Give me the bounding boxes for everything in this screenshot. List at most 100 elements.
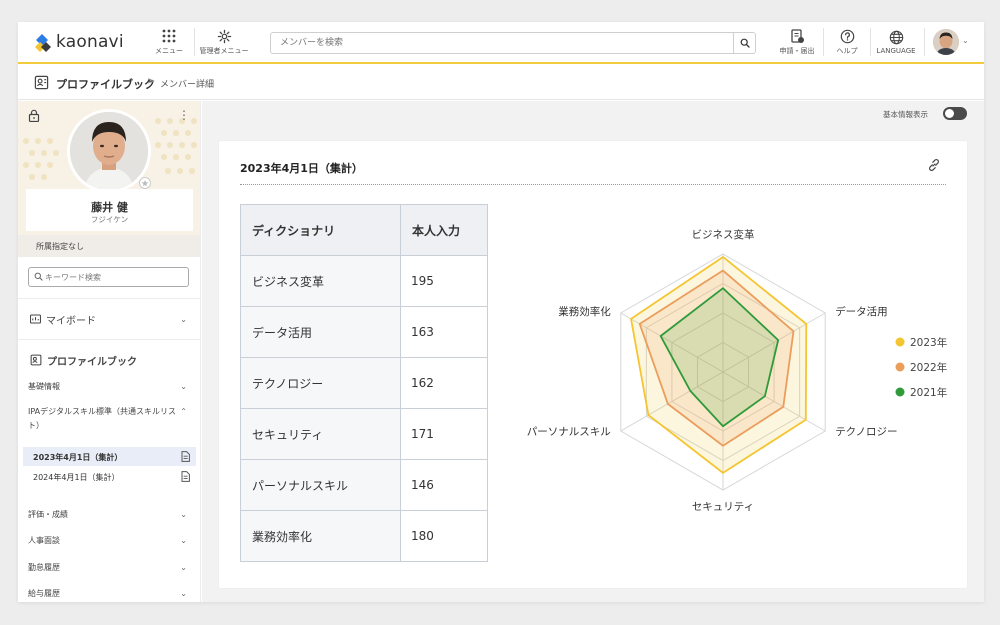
more-options-icon[interactable]: ⋮ bbox=[178, 108, 190, 122]
sidebar-section-ipa[interactable]: IPAデジタルスキル標準（共通スキルリスト） ⌃ bbox=[18, 405, 200, 431]
sidebar-subitem-label: 2023年4月1日（集計） bbox=[33, 453, 123, 462]
search-icon bbox=[740, 38, 750, 48]
dictionary-cell: テクノロジー bbox=[240, 357, 401, 409]
sidebar-item-label: プロファイルブック bbox=[47, 356, 137, 368]
apply-button[interactable]: 申請・届出 bbox=[776, 22, 818, 62]
legend-label: 2022年 bbox=[910, 361, 947, 374]
table-row: テクノロジー 162 bbox=[240, 357, 488, 409]
sidebar-section-attendance[interactable]: 勤怠履歴 ⌄ bbox=[18, 558, 200, 576]
sidebar-subitem-2024[interactable]: 2024年4月1日（集計） bbox=[23, 467, 196, 486]
table-row: ビジネス変革 195 bbox=[240, 255, 488, 307]
radar-axis-label: パーソナルスキル bbox=[527, 426, 611, 438]
radar-axis-label: データ活用 bbox=[835, 305, 888, 318]
breadcrumb-root-link[interactable]: プロファイルブック bbox=[56, 76, 155, 92]
header-divider bbox=[924, 28, 925, 56]
profile-book-icon bbox=[30, 354, 42, 366]
document-icon bbox=[181, 471, 190, 482]
gear-icon bbox=[217, 29, 231, 43]
menu-button[interactable]: メニュー bbox=[152, 22, 186, 62]
table-row: 業務効率化 180 bbox=[240, 510, 488, 562]
breadcrumb: プロファイルブック > メンバー詳細 bbox=[18, 66, 984, 100]
score-cell: 162 bbox=[400, 357, 488, 409]
sidebar-subitem-2023[interactable]: 2023年4月1日（集計） bbox=[23, 447, 196, 466]
sidebar-item-myboard[interactable]: マイボード ⌄ bbox=[18, 309, 200, 329]
member-search-input[interactable] bbox=[271, 33, 733, 53]
help-icon bbox=[840, 29, 854, 43]
apply-form-icon bbox=[791, 28, 804, 43]
document-icon bbox=[181, 451, 190, 462]
grid-icon bbox=[162, 29, 176, 42]
affiliation-label: 所属指定なし bbox=[18, 235, 200, 257]
chevron-up-icon: ⌃ bbox=[180, 407, 187, 416]
table-row: セキュリティ 171 bbox=[240, 408, 488, 460]
sidebar-section-label: 勤怠履歴 bbox=[28, 562, 60, 572]
search-icon bbox=[34, 272, 43, 281]
sidebar-section-basic-info[interactable]: 基礎情報 ⌄ bbox=[18, 377, 200, 395]
sidebar-section-interview[interactable]: 人事面談 ⌄ bbox=[18, 531, 200, 549]
legend-marker bbox=[895, 337, 905, 347]
apply-label: 申請・届出 bbox=[779, 46, 815, 55]
table-row: パーソナルスキル 146 bbox=[240, 459, 488, 511]
sidebar-subitem-label: 2024年4月1日（集計） bbox=[33, 473, 120, 482]
legend-label: 2023年 bbox=[910, 336, 947, 349]
table-row: データ活用 163 bbox=[240, 306, 488, 358]
skill-radar-chart: ビジネス変革データ活用テクノロジーセキュリティ パーソナルスキル 業務効率化 2023… bbox=[527, 228, 947, 513]
logo-text: kaonavi bbox=[56, 32, 124, 52]
user-avatar[interactable] bbox=[933, 29, 959, 55]
admin-menu-button[interactable]: 管理者メニュー bbox=[198, 22, 250, 62]
sidebar-section-evaluation[interactable]: 評価・成績 ⌄ bbox=[18, 505, 200, 523]
header-divider bbox=[823, 28, 824, 56]
chevron-down-icon: ⌄ bbox=[180, 562, 187, 572]
user-photo bbox=[933, 29, 959, 55]
score-cell: 180 bbox=[400, 510, 488, 562]
basic-info-toggle[interactable] bbox=[943, 107, 967, 120]
dictionary-table: ディクショナリ 本人入力 ビジネス変革 195 データ活用 163 テクノロジー bbox=[240, 204, 488, 562]
legend-marker bbox=[895, 362, 905, 372]
legend-label: 2021年 bbox=[910, 386, 947, 399]
language-button[interactable]: LANGUAGE bbox=[873, 22, 919, 62]
dictionary-cell: セキュリティ bbox=[240, 408, 401, 460]
member-search bbox=[270, 32, 756, 54]
sidebar-section-label: IPAデジタルスキル標準（共通スキルリスト） bbox=[28, 407, 176, 430]
basic-info-toggle-label: 基本情報表示 bbox=[883, 110, 928, 119]
sidebar-section-salary[interactable]: 給与履歴 ⌄ bbox=[18, 584, 200, 602]
menu-label: メニュー bbox=[155, 46, 183, 55]
lock-icon[interactable] bbox=[28, 109, 40, 122]
column-header-self-input: 本人入力 bbox=[400, 204, 488, 256]
sidebar: ⋮ 藤井 健 フジイケン 所属指定なし キーワード検索 マイボード ⌄ プロファ… bbox=[18, 101, 201, 602]
sidebar-section-label: 給与履歴 bbox=[28, 588, 60, 598]
score-cell: 146 bbox=[400, 459, 488, 511]
profile-header: ⋮ 藤井 健 フジイケン 所属指定なし bbox=[18, 101, 200, 257]
dictionary-cell: 業務効率化 bbox=[240, 510, 401, 562]
radar-axis-label: ビジネス変革 bbox=[692, 228, 755, 241]
column-header-dictionary: ディクショナリ bbox=[240, 204, 401, 256]
dictionary-cell: ビジネス変革 bbox=[240, 255, 401, 307]
search-button[interactable] bbox=[733, 33, 755, 53]
main-content: 基本情報表示 2023年4月1日（集計） ディクショナリ 本人入力 ビジネス変革… bbox=[202, 101, 984, 602]
chevron-down-icon: ⌄ bbox=[180, 588, 187, 598]
user-menu-chevron-icon[interactable]: ⌄ bbox=[962, 36, 969, 45]
sidebar-section-label: 評価・成績 bbox=[28, 509, 68, 519]
card-divider bbox=[240, 184, 946, 185]
radar-axis-label: セキュリティ bbox=[692, 501, 754, 513]
dictionary-cell: パーソナルスキル bbox=[240, 459, 401, 511]
score-cell: 163 bbox=[400, 306, 488, 358]
toggle-knob bbox=[945, 109, 954, 118]
keyword-search-input[interactable] bbox=[45, 268, 185, 286]
profile-book-icon bbox=[34, 75, 49, 90]
link-icon[interactable] bbox=[927, 158, 941, 172]
chevron-down-icon: ⌄ bbox=[180, 509, 187, 519]
chevron-down-icon: ⌄ bbox=[180, 381, 187, 391]
keyword-search bbox=[28, 267, 189, 287]
radar-axis-label: 業務効率化 bbox=[558, 305, 611, 318]
kaonavi-logo-icon bbox=[35, 34, 51, 52]
dictionary-cell: データ活用 bbox=[240, 306, 401, 358]
avatar-edit-icon[interactable] bbox=[139, 177, 151, 189]
sidebar-item-profilebook[interactable]: プロファイルブック bbox=[18, 350, 200, 370]
chevron-down-icon: ⌄ bbox=[180, 535, 187, 545]
sidebar-item-label: マイボード bbox=[46, 315, 96, 327]
language-label: LANGUAGE bbox=[876, 46, 916, 55]
sidebar-divider bbox=[18, 298, 200, 299]
help-button[interactable]: ヘルプ bbox=[827, 22, 867, 62]
kaonavi-logo[interactable]: kaonavi bbox=[32, 31, 142, 55]
